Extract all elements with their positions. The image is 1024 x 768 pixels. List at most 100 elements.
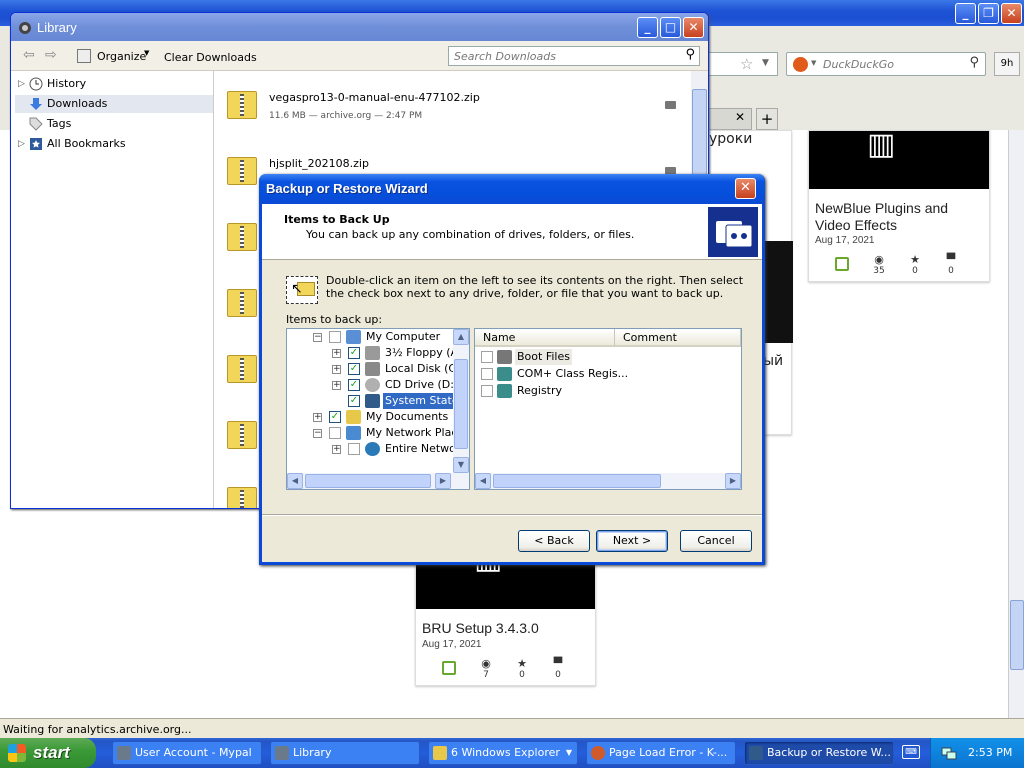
item-thumbnail[interactable]: ▥	[809, 127, 989, 189]
checkbox[interactable]: ✓	[348, 363, 360, 375]
scroll-left-icon[interactable]: ◀	[475, 473, 491, 489]
wizard-close-button[interactable]: ✕	[735, 178, 756, 199]
tree-vertical-scrollbar[interactable]: ▲ ▼	[453, 329, 469, 473]
expand-triangle-icon[interactable]: ▷	[18, 75, 25, 93]
browser-app-icon	[117, 746, 131, 760]
sidebar-item-tags[interactable]: Tags	[15, 115, 213, 133]
toolbar-badge-button[interactable]: 9h	[994, 52, 1020, 76]
web-search-box[interactable]: ▼ DuckDuckGo ⚲	[786, 52, 986, 76]
column-header-comment[interactable]: Comment	[615, 329, 741, 347]
tree-hscroll-thumb[interactable]	[305, 474, 431, 488]
taskbar-item-page-load-error[interactable]: Page Load Error - K-...	[586, 741, 736, 765]
sidebar-item-all-bookmarks[interactable]: ▷ All Bookmarks	[15, 135, 213, 153]
checkbox[interactable]	[481, 368, 493, 380]
page-scrollbar-thumb[interactable]	[1010, 600, 1024, 670]
network-icon[interactable]	[941, 745, 957, 761]
sidebar-item-history[interactable]: ▷ History	[15, 75, 213, 93]
tree-expander[interactable]: +	[313, 413, 322, 422]
scroll-up-icon[interactable]: ▲	[453, 329, 469, 345]
item-card[interactable]: ▥ BRU Setup 3.4.3.0 Aug 17, 2021 ◉7 ★0 ▀…	[415, 541, 596, 686]
firefox-minimize-button[interactable]: _	[955, 3, 976, 24]
items-tree[interactable]: − My Computer + ✓ 3½ Floppy (A:) + ✓ Loc…	[286, 328, 470, 490]
new-tab-button[interactable]: +	[756, 108, 778, 130]
folder-icon	[346, 410, 361, 424]
firefox-maximize-button[interactable]: ❐	[978, 3, 999, 24]
eye-icon: ◉	[874, 253, 884, 266]
keyboard-icon[interactable]: ⌨	[902, 745, 920, 759]
zip-file-icon	[227, 421, 257, 449]
url-dropdown-icon[interactable]: ▼	[762, 58, 769, 68]
checkbox[interactable]	[481, 385, 493, 397]
tree-expander[interactable]: +	[332, 365, 341, 374]
scroll-right-icon[interactable]: ▶	[725, 473, 741, 489]
status-bar: Waiting for analytics.archive.org...	[0, 718, 1024, 738]
partial-card-title: уроки	[709, 131, 753, 147]
bookmark-star-icon[interactable]: ☆	[740, 55, 753, 73]
list-hscroll-thumb[interactable]	[493, 474, 661, 488]
organize-dropdown-icon[interactable]: ▼	[144, 49, 149, 57]
checkbox[interactable]: ✓	[329, 411, 341, 423]
scroll-down-icon[interactable]: ▼	[453, 457, 469, 473]
browser-tab[interactable]	[706, 108, 752, 130]
open-folder-icon[interactable]	[665, 101, 676, 109]
cursor-icon: ↖	[291, 281, 303, 297]
items-detail-list[interactable]: Name Comment Boot Files COM+ Class Regis…	[474, 328, 742, 490]
url-bar[interactable]: ☆ ▼	[706, 52, 778, 76]
taskbar-item-backup-wizard[interactable]: Backup or Restore W...	[744, 741, 894, 765]
checkbox[interactable]	[329, 331, 341, 343]
clock[interactable]: 2:53 PM	[968, 746, 1012, 759]
taskbar-item-user-account[interactable]: User Account - Mypal	[112, 741, 262, 765]
scroll-right-icon[interactable]: ▶	[435, 473, 451, 489]
clear-downloads-button[interactable]: Clear Downloads	[164, 51, 257, 64]
expand-triangle-icon[interactable]: ▷	[18, 135, 25, 153]
scroll-left-icon[interactable]: ◀	[287, 473, 303, 489]
column-header-name[interactable]: Name	[475, 329, 615, 347]
back-button[interactable]: < Back	[518, 530, 590, 552]
firefox-close-button[interactable]: ✕	[1001, 3, 1022, 24]
search-icon[interactable]: ⚲	[685, 47, 695, 62]
downloads-scrollbar-thumb[interactable]	[692, 89, 707, 175]
tree-expander[interactable]: −	[313, 429, 322, 438]
start-button[interactable]: start	[0, 738, 96, 768]
tree-expander[interactable]: +	[332, 349, 341, 358]
checkbox[interactable]	[329, 427, 341, 439]
next-button[interactable]: Next >	[596, 530, 668, 552]
tab-close-icon[interactable]: ✕	[735, 110, 745, 124]
sidebar-item-downloads[interactable]: Downloads	[15, 95, 213, 113]
organize-button[interactable]: Organize	[97, 50, 146, 63]
system-state-icon	[365, 394, 380, 408]
item-title[interactable]: NewBlue Plugins and Video Effects	[815, 200, 985, 234]
downloads-search-input[interactable]: Search Downloads ⚲	[448, 46, 700, 66]
download-item[interactable]: vegaspro13-0-manual-enu-477102.zip 11.6 …	[215, 79, 691, 145]
bookmarks-star-icon	[30, 138, 42, 150]
tree-horizontal-scrollbar[interactable]: ◀ ▶	[287, 473, 469, 489]
instruction-icon: ↖	[286, 276, 318, 304]
wizard-titlebar[interactable]: Backup or Restore Wizard ✕	[259, 174, 765, 204]
library-maximize-button[interactable]: □	[660, 17, 681, 38]
checkbox[interactable]	[348, 443, 360, 455]
checkbox[interactable]: ✓	[348, 379, 360, 391]
engine-dropdown-icon[interactable]: ▼	[811, 59, 816, 67]
comment-icon: ▀	[553, 657, 563, 670]
checkbox[interactable]	[481, 351, 493, 363]
tree-scroll-thumb[interactable]	[454, 359, 468, 449]
group-dropdown-icon[interactable]: ▼	[566, 742, 572, 764]
tree-expander[interactable]: +	[332, 381, 341, 390]
checkbox[interactable]: ✓	[348, 395, 360, 407]
item-title[interactable]: BRU Setup 3.4.3.0	[422, 620, 539, 637]
cancel-button[interactable]: Cancel	[680, 530, 752, 552]
taskbar-group-windows-explorer[interactable]: 6 Windows Explorer ▼	[428, 741, 578, 765]
taskbar-item-library[interactable]: Library	[270, 741, 420, 765]
tree-expander[interactable]: +	[332, 445, 341, 454]
list-horizontal-scrollbar[interactable]: ◀ ▶	[475, 473, 741, 489]
library-close-button[interactable]: ✕	[683, 17, 704, 38]
back-arrow-icon[interactable]: ⇦	[23, 47, 35, 63]
library-minimize-button[interactable]: _	[637, 17, 658, 38]
page-scrollbar[interactable]	[1008, 130, 1024, 718]
forward-arrow-icon[interactable]: ⇨	[45, 47, 57, 63]
tree-expander[interactable]: −	[313, 333, 322, 342]
search-icon[interactable]: ⚲	[969, 55, 979, 70]
library-titlebar[interactable]: Library _ □ ✕	[11, 13, 708, 41]
item-card[interactable]: ▥ NewBlue Plugins and Video Effects Aug …	[808, 127, 990, 282]
checkbox[interactable]: ✓	[348, 347, 360, 359]
